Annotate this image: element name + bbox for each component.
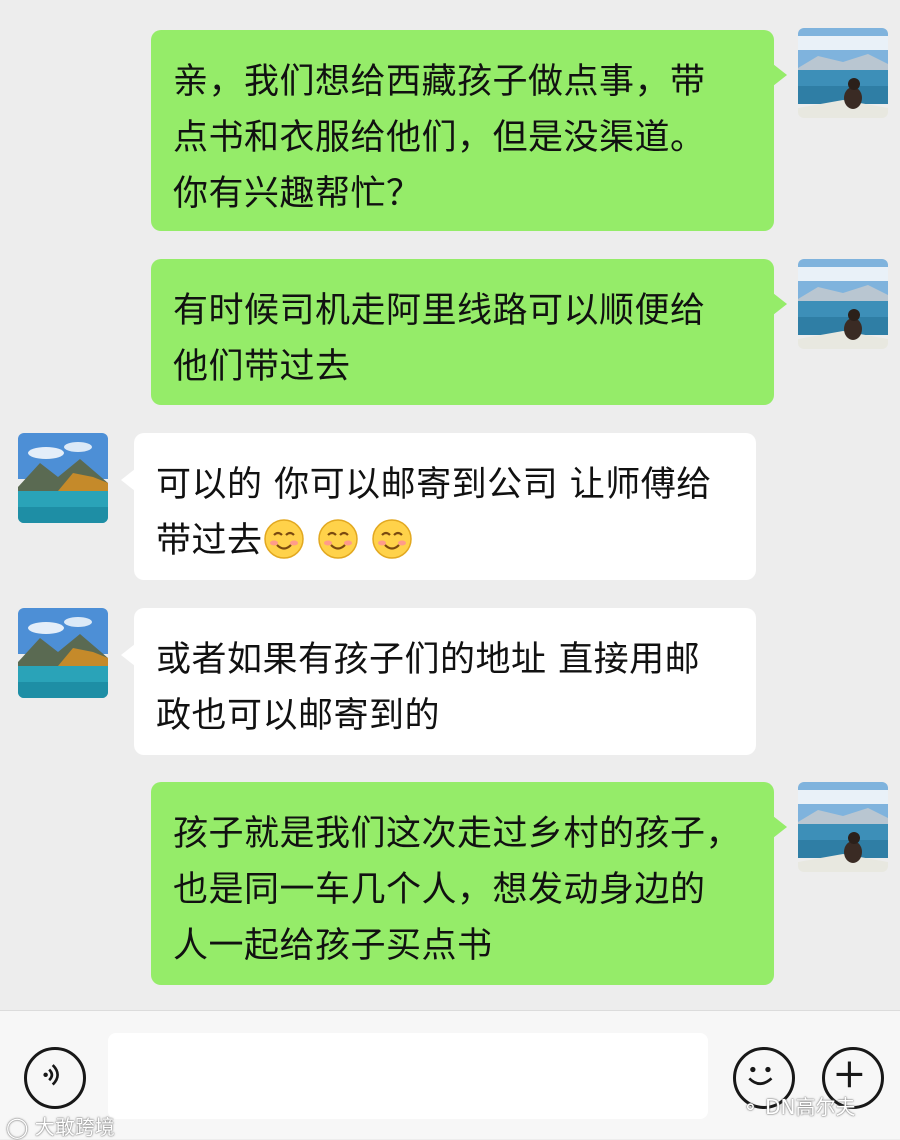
voice-icon [43,1064,59,1086]
smile-emoji-icon [371,518,413,560]
watermark-text: 大敢跨境 [34,1115,115,1139]
avatar-photo [798,259,888,349]
message-line: 有时候司机走阿里线路可以顺便给 [173,291,706,331]
message-line: 亲，我们想给西藏孩子做点事，带 [173,62,706,102]
smile-emoji-icon [263,518,305,560]
my-message-bubble[interactable]: 有时候司机走阿里线路可以顺便给 他们带过去 [151,259,787,405]
watermark-text: DN高尔夫 [765,1095,856,1119]
message-line: 他们带过去 [173,347,351,387]
message-line: 人一起给孩子买点书 [173,926,493,966]
contact-message-bubble[interactable]: 可以的 你可以邮寄到公司 让师傅给 带过去 [121,433,756,580]
my-message-bubble[interactable]: 孩子就是我们这次走过乡村的孩子， 也是同一车几个人，想发动身边的 人一起给孩子买… [151,782,787,985]
contact-avatar[interactable] [18,608,108,698]
my-avatar[interactable] [798,28,888,118]
message-line: 点书和衣服给他们，但是没渠道。 [173,118,706,158]
smile-emoji-icon [317,518,359,560]
message-line: 可以的 你可以邮寄到公司 让师傅给 [156,465,712,505]
voice-button[interactable] [24,1047,86,1109]
message-line: 或者如果有孩子们的地址 直接用邮 [156,640,701,680]
avatar-photo [18,608,108,698]
contact-avatar[interactable] [18,433,108,523]
watermark-right: ⚬ DN高尔夫 [742,1091,856,1120]
avatar-photo [798,782,888,872]
chat-input-bar: ◯ 大敢跨境 ⚬ DN高尔夫 [0,1010,900,1139]
contact-message-bubble[interactable]: 或者如果有孩子们的地址 直接用邮 政也可以邮寄到的 [121,608,756,755]
avatar-photo [798,28,888,118]
watermark-logo-icon: ◯ [6,1115,29,1139]
chat-area: 亲，我们想给西藏孩子做点事，带 点书和衣服给他们，但是没渠道。 你有兴趣帮忙？ … [0,0,900,1010]
my-avatar[interactable] [798,259,888,349]
avatar-photo [18,433,108,523]
my-message-bubble[interactable]: 亲，我们想给西藏孩子做点事，带 点书和衣服给他们，但是没渠道。 你有兴趣帮忙？ [151,30,787,231]
my-avatar[interactable] [798,782,888,872]
message-input[interactable] [108,1033,708,1119]
message-line: 孩子就是我们这次走过乡村的孩子， [173,814,742,854]
wechat-logo-icon: ⚬ [742,1095,759,1119]
message-line: 也是同一车几个人，想发动身边的 [173,870,706,910]
message-line: 带过去 [156,521,263,561]
message-line: 你有兴趣帮忙？ [173,174,422,214]
message-line: 政也可以邮寄到的 [156,696,441,736]
message-line-with-emoji: 带过去 [156,513,734,569]
watermark-left: ◯ 大敢跨境 [6,1111,115,1140]
